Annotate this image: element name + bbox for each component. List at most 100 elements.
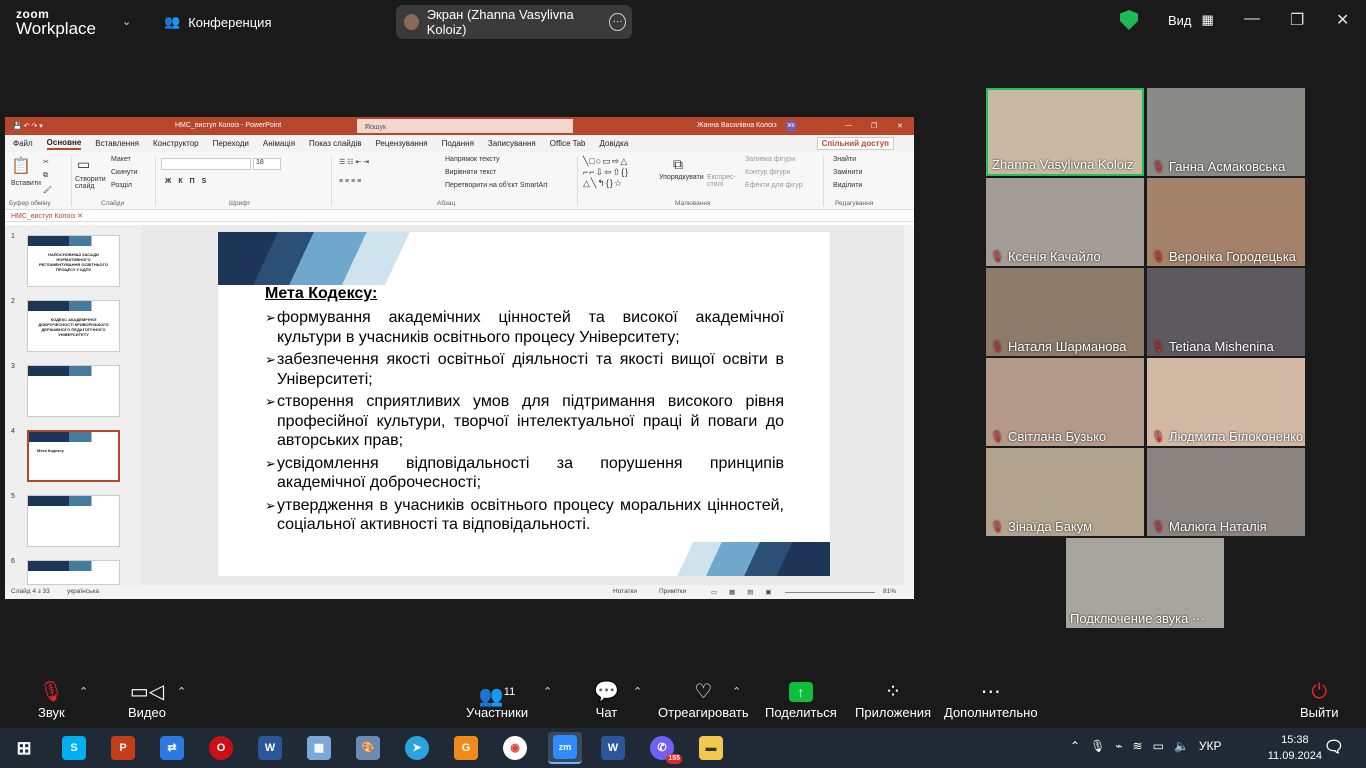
chevron-down-icon[interactable]: ⌄	[122, 15, 131, 28]
tab-help[interactable]: Довідка	[600, 139, 629, 148]
font-format-icons[interactable]: ЖКПS	[165, 178, 213, 185]
slide-thumbnail-2[interactable]: КОДЕКС АКАДЕМІЧНОЇ ДОБРОЧЕСНОСТІ КРИВОРІ…	[27, 300, 120, 352]
windows-start-icon[interactable]: ⊞	[12, 736, 36, 760]
leave-button[interactable]: ⏻ Выйти	[1300, 679, 1339, 720]
restore-icon[interactable]: ❐	[1290, 10, 1304, 30]
document-tab[interactable]: НМС_виступ Колоіз ✕	[5, 210, 914, 222]
cut-icon[interactable]: ✂	[43, 158, 49, 166]
font-name-box[interactable]	[161, 158, 251, 170]
tab-animations[interactable]: Анімація	[263, 139, 295, 148]
new-slide-button[interactable]: Створити слайд	[75, 176, 109, 190]
select-button[interactable]: Виділити	[833, 182, 862, 189]
tab-recording[interactable]: Записування	[488, 139, 536, 148]
tab-transitions[interactable]: Переходи	[213, 139, 249, 148]
bullets-icon[interactable]: ☰ ☷ ⇤ ⇥	[339, 158, 369, 166]
align-text-button[interactable]: Вирівняти текст	[445, 169, 496, 176]
participant-tile[interactable]: 🎙 Tetiana Mishenina	[1147, 268, 1305, 356]
participant-tile[interactable]: 🎙 Вероніка Городецька	[1147, 178, 1305, 266]
audio-button[interactable]: 🎙 Звук	[38, 679, 65, 720]
chevron-up-icon[interactable]: ⌃	[732, 685, 741, 698]
text-direction-button[interactable]: Напрямок тексту	[445, 156, 500, 163]
more-options-icon[interactable]: ···	[609, 13, 627, 31]
shapes-gallery[interactable]: ╲□○▭⇨△ ⌐⌐⇩⇦⇧{} △╲↰{}☆	[583, 156, 629, 189]
file-explorer-icon[interactable]: ▬	[699, 736, 723, 760]
telegram-icon[interactable]: ➤	[405, 736, 429, 760]
chat-button[interactable]: 💬 Чат	[594, 679, 619, 720]
smartart-button[interactable]: Перетворити на об'єкт SmartArt	[445, 182, 548, 189]
current-slide[interactable]: Мета Кодексу: формування академічних цін…	[218, 232, 830, 576]
participant-tile[interactable]: 🎙 Малюга Наталія	[1147, 448, 1305, 536]
minimize-icon[interactable]: —	[1244, 10, 1260, 28]
align-icons[interactable]: ≡ ≡ ≡ ≡	[339, 178, 361, 185]
video-button[interactable]: ▭◁ Видео	[128, 679, 166, 720]
ppt-search-box[interactable]: ⌕ Пошук	[357, 119, 573, 133]
chevron-up-icon[interactable]: ⌃	[79, 685, 88, 698]
paste-icon[interactable]: 📋	[11, 156, 31, 176]
tab-review[interactable]: Рецензування	[375, 139, 427, 148]
replace-button[interactable]: Замінити	[833, 169, 862, 176]
screen-share-pill[interactable]: Экран (Zhanna Vasylivna Koloiz) ···	[396, 5, 632, 39]
tab-insert[interactable]: Вставлення	[95, 139, 139, 148]
slide-thumbnail-3[interactable]	[27, 365, 120, 417]
close-icon[interactable]: ✕	[897, 122, 903, 130]
participant-tile[interactable]: 🎙 Наталя Шарманова	[986, 268, 1144, 356]
battery-icon[interactable]: ▭	[1153, 739, 1164, 753]
pdf-app-icon[interactable]: G	[454, 736, 478, 760]
apps-button[interactable]: ⁘ Приложения	[855, 679, 931, 720]
slide-thumbnail-4[interactable]: Мета Кодексу	[27, 430, 120, 482]
paint-icon[interactable]: 🎨	[356, 736, 380, 760]
arrange-button[interactable]: Упорядкувати	[659, 174, 704, 181]
vertical-scrollbar[interactable]	[904, 225, 914, 585]
section-button[interactable]: Розділ	[111, 182, 132, 189]
participants-button[interactable]: 👥11 Участники	[466, 679, 528, 720]
participant-tile[interactable]: Zhanna Vasylivna Koloiz	[986, 88, 1144, 176]
shape-fill-button[interactable]: Заливка фігури	[745, 156, 795, 163]
powerpoint-icon[interactable]: P	[111, 736, 135, 760]
find-button[interactable]: Знайти	[833, 156, 856, 163]
language-indicator[interactable]: УКР	[1199, 739, 1222, 753]
quick-styles-button[interactable]: Експрес-стилі	[707, 174, 736, 188]
conference-menu[interactable]: 👥 Конференция	[164, 14, 271, 30]
security-shield-icon[interactable]	[1120, 10, 1138, 30]
word-icon[interactable]: W	[258, 736, 282, 760]
wifi-icon[interactable]: ≋	[1133, 739, 1143, 753]
participant-tile[interactable]: 🎙 Ксенія Качайло	[986, 178, 1144, 266]
reset-button[interactable]: Скинути	[111, 169, 138, 176]
tab-file[interactable]: Файл	[13, 139, 33, 148]
notification-icon[interactable]: 🗨	[1322, 736, 1346, 760]
chevron-up-icon[interactable]: ⌃	[177, 685, 186, 698]
notes-button[interactable]: Нотатки	[613, 588, 637, 595]
share-button[interactable]: Спільний доступ	[816, 137, 894, 150]
zoom-slider[interactable]	[785, 592, 875, 593]
restore-icon[interactable]: ❐	[871, 122, 877, 130]
format-painter-icon[interactable]: 🖌	[43, 186, 52, 194]
arrange-icon[interactable]: ⧉	[673, 156, 683, 173]
opera-icon[interactable]: O	[209, 736, 233, 760]
calculator-icon[interactable]: ▦	[307, 736, 331, 760]
minimize-icon[interactable]: —	[845, 122, 852, 129]
shape-effects-button[interactable]: Ефекти для фігур	[745, 182, 803, 189]
zoom-level[interactable]: 81%	[883, 588, 896, 595]
slide-thumbnail-5[interactable]	[27, 495, 120, 547]
language-indicator[interactable]: українська	[67, 588, 99, 595]
participant-tile[interactable]: Подключение звука ···	[1066, 538, 1224, 628]
view-mode-icons[interactable]: ▭▦▤▣	[711, 588, 784, 596]
user-avatar[interactable]: ЖК	[785, 120, 797, 132]
viber-icon[interactable]: ✆ 155	[650, 736, 682, 764]
more-button[interactable]: ⋯ Дополнительно	[944, 679, 1038, 720]
zoom-taskbar-icon[interactable]: zm	[548, 732, 582, 764]
participant-tile[interactable]: 🎙 Зінаїда Бакум	[986, 448, 1144, 536]
word-icon-2[interactable]: W	[601, 736, 625, 760]
copy-icon[interactable]: ⧉	[43, 172, 48, 180]
font-size-box[interactable]: 18	[253, 158, 281, 170]
participant-tile[interactable]: 🎙 Світлана Бузько	[986, 358, 1144, 446]
chevron-up-icon[interactable]: ⌃	[543, 685, 552, 698]
share-screen-button[interactable]: ↑ Поделиться	[765, 679, 837, 720]
tab-design[interactable]: Конструктор	[153, 139, 199, 148]
chevron-up-icon[interactable]: ⌃	[633, 685, 642, 698]
skype-icon[interactable]: S	[62, 736, 86, 760]
new-slide-icon[interactable]: ▭	[77, 156, 90, 173]
view-menu[interactable]: Вид ▦	[1120, 10, 1214, 30]
teamviewer-icon[interactable]: ⇄	[160, 736, 184, 760]
taskbar-clock[interactable]: 15:38 11.09.2024	[1268, 732, 1322, 764]
